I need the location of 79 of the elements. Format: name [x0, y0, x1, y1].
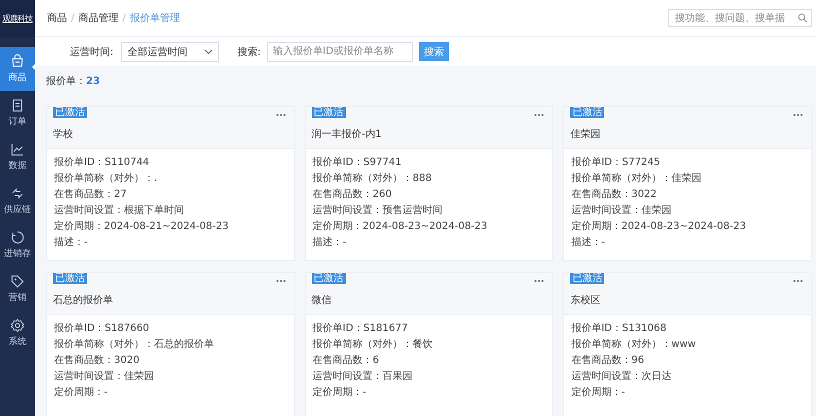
card-field: 定价周期：2024-08-23~2024-08-23: [571, 219, 811, 235]
status-badge: 已激活: [312, 107, 346, 118]
sidebar-item[interactable]: 系统: [0, 311, 35, 355]
sidebar-item[interactable]: 订单: [0, 91, 35, 135]
filter-label: 运营时间:: [70, 46, 114, 58]
card-field: 报价单简称（对外）：www: [571, 337, 811, 353]
card-field: 在售商品数：3022: [571, 187, 811, 203]
card-field: 在售商品数：96: [571, 353, 811, 369]
sidebar-item[interactable]: 数据: [0, 135, 35, 179]
card-field: 报价单ID：S181677: [312, 321, 552, 337]
sidebar-item[interactable]: 供应链: [0, 179, 35, 223]
card-field: 报价单ID：S131068: [571, 321, 811, 337]
more-icon[interactable]: [534, 113, 544, 117]
count-label: 报价单：: [46, 74, 86, 88]
card-title: 石总的报价单: [53, 294, 114, 307]
card-field: 运营时间设置：佳荣园: [54, 369, 294, 385]
card-field: 定价周期：-: [54, 385, 294, 401]
line-chart-icon: [10, 142, 25, 157]
card-field: 报价单简称（对外）：石总的报价单: [54, 337, 294, 353]
card-field: 在售商品数：6: [312, 353, 552, 369]
card-field: 报价单简称（对外）：888: [312, 171, 552, 187]
time-select[interactable]: 全部运营时间: [121, 42, 220, 62]
search-field[interactable]: 搜功能、搜问题、搜单据: [668, 9, 812, 27]
filter-label: 搜索:: [237, 46, 261, 58]
card-field: 运营时间设置：根据下单时间: [54, 203, 294, 219]
card-field: 在售商品数：3020: [54, 353, 294, 369]
breadcrumb-separator: /: [122, 12, 126, 24]
status-badge: 已激活: [570, 273, 604, 284]
card-field: 运营时间设置：预售运营时间: [312, 203, 552, 219]
sidebar-item[interactable]: 进销存: [0, 223, 35, 267]
card-field: 报价单ID：S97741: [312, 155, 552, 171]
arrows-icon: [10, 186, 25, 201]
card-field: 在售商品数：27: [54, 187, 294, 203]
more-icon[interactable]: [534, 279, 544, 283]
card-field: 定价周期：2024-08-21~2024-08-23: [54, 219, 294, 235]
card-field: 描述：-: [312, 235, 552, 251]
count-value: 23: [86, 76, 100, 86]
search-input[interactable]: 输入报价单ID或报价单名称: [266, 42, 413, 62]
settings-icon: [10, 318, 25, 333]
more-icon[interactable]: [793, 113, 803, 117]
breadcrumb-link[interactable]: 商品管理: [78, 11, 118, 25]
breadcrumb-separator: /: [71, 12, 74, 24]
card-title: 润一丰报价-内1: [312, 128, 383, 141]
card-title: 微信: [312, 294, 333, 307]
card-field: 运营时间设置：次日达: [571, 369, 811, 385]
card-field: 描述：-: [54, 235, 294, 251]
card-field: 报价单ID：S187660: [54, 321, 294, 337]
card-title: 学校: [53, 128, 74, 141]
card-field: 报价单简称（对外）：.: [54, 171, 294, 187]
sidebar-item[interactable]: 营销: [0, 267, 35, 311]
card-field: 报价单ID：S110744: [54, 155, 294, 171]
card-field: 运营时间设置：百果园: [312, 369, 552, 385]
card-title: 佳荣园: [570, 128, 602, 141]
breadcrumb-link[interactable]: 商品: [47, 11, 67, 25]
card-field: 定价周期：-: [571, 385, 811, 401]
tag-icon: [10, 274, 25, 289]
card-field: 报价单简称（对外）：佳荣园: [571, 171, 811, 187]
card-field: 运营时间设置：佳荣园: [571, 203, 811, 219]
document-icon: [10, 98, 25, 113]
status-badge: 已激活: [312, 273, 346, 284]
card-title: 东校区: [570, 294, 602, 307]
more-icon[interactable]: [793, 279, 803, 283]
card-field: 描述：-: [571, 235, 811, 251]
card-field: 报价单简称（对外）：餐饮: [312, 337, 552, 353]
card-field: 定价周期：-: [312, 385, 552, 401]
search-icon[interactable]: [798, 13, 807, 23]
sidebar-item[interactable]: 商品: [0, 47, 35, 91]
status-badge: 已激活: [53, 107, 87, 118]
status-badge: 已激活: [53, 273, 87, 284]
logo-text: 观鹿科技: [2, 13, 32, 24]
status-badge: 已激活: [570, 107, 604, 118]
more-icon[interactable]: [276, 113, 286, 117]
more-icon[interactable]: [276, 279, 286, 283]
card-field: 报价单ID：S77245: [571, 155, 811, 171]
bag-icon: [10, 54, 25, 69]
card-field: 定价周期：2024-08-23~2024-08-23: [312, 219, 552, 235]
caret-icon: [204, 48, 214, 54]
cycle-icon: [10, 230, 25, 245]
card-field: 在售商品数：260: [312, 187, 552, 203]
